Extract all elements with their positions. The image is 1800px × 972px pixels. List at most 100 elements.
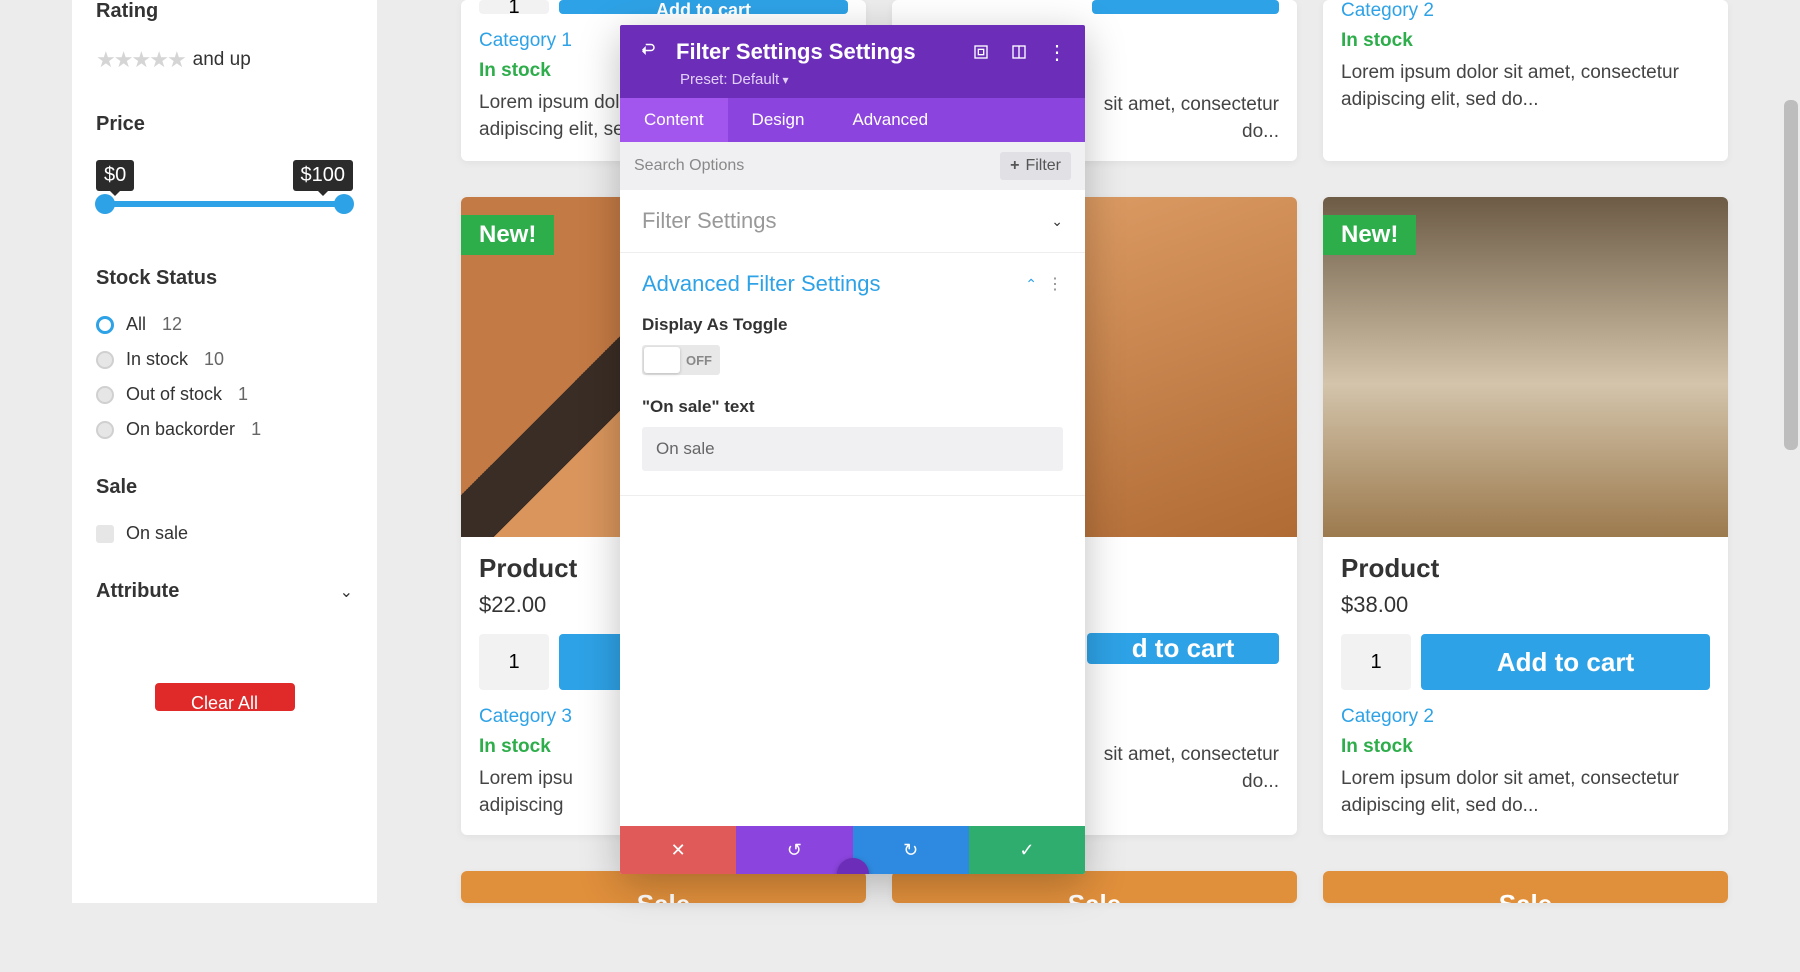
stock-label: All: [126, 314, 146, 335]
badge-sale: Sale: [1323, 871, 1728, 903]
attribute-heading: Attribute: [96, 580, 179, 603]
badge-new: New!: [461, 215, 554, 255]
stock-option-all[interactable]: All 12: [96, 314, 353, 335]
modal-tabs: Content Design Advanced: [620, 98, 1085, 142]
rating-filter-row[interactable]: ★★★★★ and up: [96, 47, 353, 73]
slider-handle-min[interactable]: [95, 194, 115, 214]
product-card: Sale: [461, 871, 866, 903]
undo-button[interactable]: ↺: [736, 826, 852, 874]
modal-header[interactable]: Filter Settings Settings ⋮ Preset: Defau…: [620, 25, 1085, 98]
stock-option-outofstock[interactable]: Out of stock 1: [96, 384, 353, 405]
rating-heading: Rating: [96, 0, 353, 23]
star-icons: ★★★★★: [96, 47, 185, 73]
stock-option-instock[interactable]: In stock 10: [96, 349, 353, 370]
quantity-input[interactable]: [1341, 634, 1411, 690]
and-up-label: and up: [193, 49, 251, 71]
add-to-cart-button[interactable]: Add to cart: [1421, 634, 1710, 690]
undo-icon: ↺: [787, 840, 802, 861]
stock-label: In stock: [126, 349, 188, 370]
redo-button[interactable]: ↻: [853, 826, 969, 874]
clear-all-button[interactable]: Clear All: [155, 683, 295, 711]
badge-sale: Sale: [892, 871, 1297, 903]
cancel-button[interactable]: ✕: [620, 826, 736, 874]
back-icon[interactable]: [638, 42, 658, 62]
onsale-text-label: "On sale" text: [642, 397, 1063, 417]
radio-icon: [96, 386, 114, 404]
badge-new: New!: [1323, 215, 1416, 255]
kebab-menu-icon[interactable]: ⋮: [1047, 274, 1063, 294]
plus-icon: +: [1010, 157, 1019, 175]
badge-sale: Sale: [461, 871, 866, 903]
quantity-input[interactable]: [479, 0, 549, 14]
expand-icon[interactable]: [971, 42, 991, 62]
filter-sidebar: Rating ★★★★★ and up Price $0 $100 Stock …: [72, 0, 377, 903]
display-toggle-label: Display As Toggle: [642, 315, 1063, 335]
add-to-cart-button[interactable]: Add to cart: [559, 0, 848, 14]
toggle-state: OFF: [686, 353, 712, 368]
onsale-text-input[interactable]: [642, 427, 1063, 471]
attribute-accordion[interactable]: Attribute ⌄: [96, 580, 353, 603]
product-desc: sit amet, consectetur do...: [1092, 92, 1279, 145]
product-card: Sale: [1323, 871, 1728, 903]
kebab-menu-icon[interactable]: ⋮: [1047, 42, 1067, 62]
radio-icon: [96, 351, 114, 369]
quantity-input[interactable]: [479, 634, 549, 690]
tab-design[interactable]: Design: [728, 98, 829, 142]
sale-checkbox[interactable]: On sale: [96, 523, 353, 544]
stock-count: 12: [162, 314, 182, 335]
add-filter-label: Filter: [1025, 157, 1061, 175]
stock-badge: In stock: [1341, 736, 1710, 758]
dock-icon[interactable]: [1009, 42, 1029, 62]
close-icon: ✕: [671, 840, 686, 861]
stock-badge: In stock: [1341, 30, 1710, 52]
check-icon: ✓: [1019, 840, 1034, 861]
product-desc: sit amet, consectetur do...: [1087, 742, 1279, 795]
radio-icon: [96, 421, 114, 439]
preset-selector[interactable]: Preset: Default: [680, 71, 1067, 88]
price-heading: Price: [96, 113, 353, 136]
product-card: New! Product $38.00 Add to cart Category…: [1323, 197, 1728, 835]
price-min-tooltip: $0: [96, 160, 134, 191]
section-title: Filter Settings: [642, 208, 777, 234]
toggle-knob: [644, 347, 680, 373]
category-link[interactable]: Category 2: [1341, 706, 1710, 728]
redo-icon: ↻: [903, 840, 918, 861]
stock-option-backorder[interactable]: On backorder 1: [96, 419, 353, 440]
stock-count: 1: [251, 419, 261, 440]
product-price: $38.00: [1341, 592, 1710, 618]
tab-content[interactable]: Content: [620, 98, 728, 142]
product-desc: Lorem ipsum dolor sit amet, consectetur …: [1341, 60, 1710, 113]
product-card: Sale: [892, 871, 1297, 903]
product-desc: Lorem ipsum dolor sit amet, consectetur …: [1341, 766, 1710, 819]
price-max-tooltip: $100: [293, 160, 354, 191]
stock-label: On backorder: [126, 419, 235, 440]
modal-title: Filter Settings Settings: [676, 39, 953, 65]
search-options-input[interactable]: Search Options: [634, 157, 744, 175]
section-advanced-filter-settings[interactable]: Advanced Filter Settings ⌃ ⋮: [620, 253, 1085, 315]
confirm-button[interactable]: ✓: [969, 826, 1085, 874]
section-filter-settings[interactable]: Filter Settings ⌄: [620, 190, 1085, 252]
section-title: Advanced Filter Settings: [642, 271, 880, 297]
add-to-cart-button[interactable]: [1092, 0, 1279, 14]
stock-count: 1: [238, 384, 248, 405]
add-filter-button[interactable]: + Filter: [1000, 152, 1071, 180]
product-image[interactable]: New!: [1323, 197, 1728, 537]
sale-checkbox-label: On sale: [126, 523, 188, 544]
add-to-cart-button[interactable]: d to cart: [1087, 633, 1279, 664]
slider-handle-max[interactable]: [334, 194, 354, 214]
price-slider[interactable]: [101, 201, 348, 207]
scrollbar[interactable]: [1784, 100, 1798, 450]
stock-count: 10: [204, 349, 224, 370]
chevron-down-icon: ⌄: [340, 582, 353, 602]
product-title[interactable]: Product: [1341, 553, 1710, 584]
category-link[interactable]: Category 2: [1341, 0, 1710, 22]
radio-icon: [96, 316, 114, 334]
display-as-toggle-switch[interactable]: OFF: [642, 345, 720, 375]
tab-advanced[interactable]: Advanced: [828, 98, 952, 142]
settings-modal: Filter Settings Settings ⋮ Preset: Defau…: [620, 25, 1085, 874]
product-card: Category 2 In stock Lorem ipsum dolor si…: [1323, 0, 1728, 161]
stock-heading: Stock Status: [96, 267, 353, 290]
stock-label: Out of stock: [126, 384, 222, 405]
chevron-up-icon: ⌃: [1025, 276, 1037, 293]
chevron-down-icon: ⌄: [1051, 213, 1063, 230]
